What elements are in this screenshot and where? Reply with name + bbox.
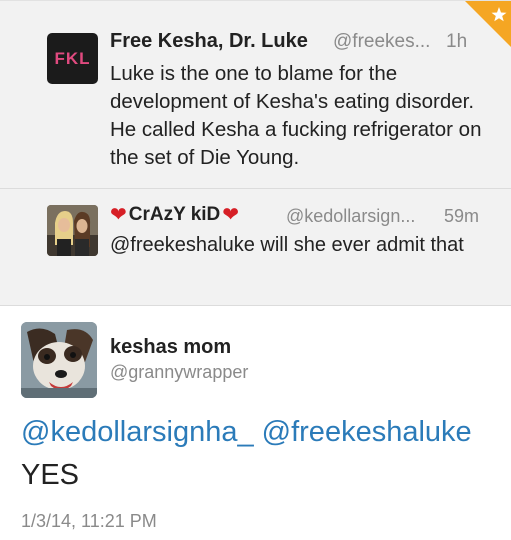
- tweet-timestamp: 59m: [444, 206, 480, 226]
- favorite-corner-icon: [465, 1, 511, 47]
- author-name-text: CrAzY kiD: [128, 204, 221, 225]
- avatar[interactable]: [21, 322, 97, 398]
- avatar[interactable]: [47, 205, 98, 256]
- avatar-dog-image: [21, 322, 97, 398]
- tweet-author-name[interactable]: ❤ CrAzY kiD ❤: [110, 204, 239, 226]
- tweet-item[interactable]: FKL Free Kesha, Dr. Luke @freekes... 1h …: [0, 0, 511, 188]
- detail-author-name[interactable]: keshas mom: [110, 336, 231, 359]
- detail-tweet-text: YES: [21, 459, 80, 491]
- tweet-author-handle[interactable]: @kedollarsign...: [286, 206, 415, 227]
- tweet-author-handle[interactable]: @freekes...: [333, 31, 430, 53]
- heart-icon: ❤: [222, 204, 240, 226]
- detail-mentions: @kedollarsignha_ @freekeshaluke: [21, 416, 472, 449]
- avatar[interactable]: FKL: [47, 33, 98, 84]
- tweet-text: Luke is the one to blame for the develop…: [110, 62, 482, 169]
- heart-icon: ❤: [110, 204, 127, 226]
- mention-link[interactable]: @freekeshaluke: [262, 416, 472, 448]
- detail-tweet-date: 1/3/14, 11:21 PM: [21, 511, 157, 531]
- avatar-text: FKL: [54, 48, 91, 68]
- avatar-photo-image: [47, 205, 98, 256]
- tweet-author-name[interactable]: Free Kesha, Dr. Luke: [110, 30, 308, 53]
- tweet-timestamp: 1h: [446, 31, 468, 52]
- mention-link[interactable]: @kedollarsignha_: [21, 416, 254, 448]
- detail-author-handle[interactable]: @grannywrapper: [110, 362, 248, 383]
- tweet-text: @freekeshaluke will she ever admit that: [110, 234, 464, 256]
